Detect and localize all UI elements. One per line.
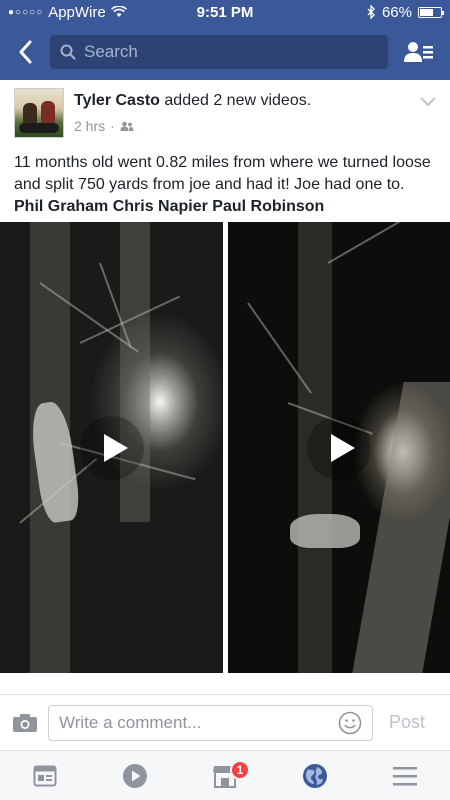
battery-fill bbox=[420, 8, 434, 16]
tab-video[interactable] bbox=[90, 751, 180, 800]
camera-button[interactable] bbox=[10, 713, 40, 733]
camera-icon bbox=[13, 713, 37, 732]
friends-audience-icon bbox=[120, 121, 134, 131]
notification-badge: 1 bbox=[230, 760, 250, 780]
tab-more[interactable] bbox=[360, 751, 450, 800]
post-options-button[interactable] bbox=[420, 94, 436, 112]
post-text: 11 months old went 0.82 miles from where… bbox=[14, 154, 431, 193]
chevron-down-icon bbox=[420, 97, 436, 107]
battery-icon bbox=[418, 6, 444, 18]
tab-bar: 1 bbox=[0, 750, 450, 800]
play-icon bbox=[331, 433, 355, 462]
chevron-left-icon bbox=[19, 40, 32, 64]
navigation-bar: Search bbox=[0, 24, 450, 80]
bluetooth-icon bbox=[367, 5, 375, 19]
emoji-icon[interactable] bbox=[338, 711, 362, 735]
search-placeholder: Search bbox=[84, 42, 138, 61]
friend-requests-button[interactable] bbox=[388, 24, 450, 80]
search-icon bbox=[60, 44, 76, 60]
tab-notifications[interactable] bbox=[270, 751, 360, 800]
post-body: 11 months old went 0.82 miles from where… bbox=[0, 152, 450, 218]
globe-icon bbox=[303, 763, 327, 788]
author-name[interactable]: Tyler Casto bbox=[74, 92, 160, 109]
battery-percent: 66% bbox=[381, 3, 412, 21]
post-comment-button[interactable]: Post bbox=[389, 712, 425, 733]
feed-post: Tyler Casto added 2 new videos. 2 hrs · … bbox=[0, 80, 450, 694]
tab-marketplace[interactable]: 1 bbox=[180, 751, 270, 800]
video-icon bbox=[123, 763, 147, 788]
tagged-people[interactable]: Phil Graham Chris Napier Paul Robinson bbox=[14, 198, 324, 215]
signal-icon: ●○○○○ bbox=[8, 6, 44, 18]
video-grid bbox=[0, 222, 450, 673]
status-bar: ●○○○○ AppWire 9:51 PM 66% bbox=[0, 0, 450, 24]
tab-news-feed[interactable] bbox=[0, 751, 90, 800]
comment-placeholder: Write a comment... bbox=[59, 712, 202, 732]
comment-input[interactable]: Write a comment... bbox=[48, 704, 373, 741]
avatar[interactable] bbox=[14, 88, 64, 138]
post-action: added 2 new videos. bbox=[159, 92, 312, 109]
video-thumbnail-1[interactable] bbox=[0, 222, 223, 673]
carrier-name: AppWire bbox=[48, 3, 106, 21]
post-timestamp[interactable]: 2 hrs bbox=[74, 118, 105, 134]
back-button[interactable] bbox=[0, 24, 50, 80]
post-header: Tyler Casto added 2 new videos. 2 hrs · bbox=[0, 80, 450, 146]
wifi-icon bbox=[110, 6, 127, 17]
news-feed-icon bbox=[33, 765, 57, 786]
video-thumbnail-2[interactable] bbox=[228, 222, 450, 673]
play-icon bbox=[103, 433, 128, 462]
comment-composer: Write a comment... Post bbox=[0, 694, 450, 750]
person-list-icon bbox=[404, 42, 433, 62]
search-input[interactable]: Search bbox=[50, 35, 388, 69]
menu-icon bbox=[393, 766, 417, 785]
